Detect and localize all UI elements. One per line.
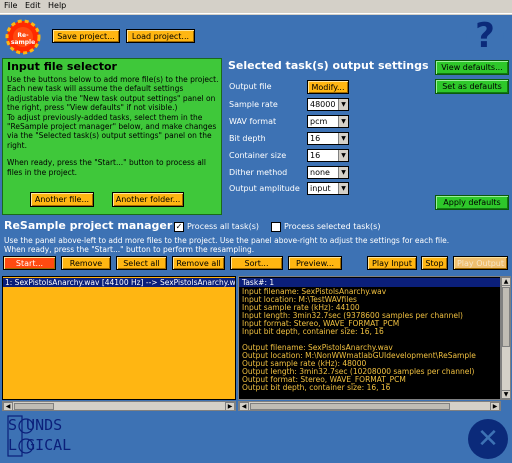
logo-text: Re-sample <box>10 32 36 46</box>
output-settings-panel: Selected task(s) output settings Output … <box>226 58 510 213</box>
scroll-right-icon[interactable]: ▶ <box>225 402 235 411</box>
project-manager-help: Use the panel above-left to add more fil… <box>4 236 510 254</box>
instruction-para-2: To adjust previously-added tasks, select… <box>7 112 217 150</box>
modify-button[interactable]: Modify... <box>307 80 349 94</box>
input-file-selector-panel: Input file selector Use the buttons belo… <box>2 58 222 215</box>
output-amplitude-label: Output amplitude <box>229 184 300 193</box>
chevron-down-icon: ▼ <box>338 133 348 144</box>
logo-line-1: S UNDS <box>8 416 63 434</box>
process-all-label: Process all task(s) <box>187 222 260 231</box>
task-list-hscrollbar[interactable]: ◀ ▶ <box>2 401 236 411</box>
chevron-down-icon: ▼ <box>338 150 348 161</box>
container-size-label: Container size <box>229 151 287 160</box>
scroll-thumb[interactable] <box>502 287 510 347</box>
another-file-button[interactable]: Another file... <box>30 192 94 207</box>
logo-line-2: L GICAL <box>8 436 72 454</box>
dither-method-label: Dither method <box>229 168 288 177</box>
info-line: Input bit depth, container size: 16, 16 <box>242 327 384 336</box>
resample-logo: Re-sample <box>3 19 43 55</box>
sample-rate-label: Sample rate <box>229 100 278 109</box>
instruction-para-3: When ready, press the "Start..." button … <box>7 158 206 177</box>
scroll-left-icon[interactable]: ◀ <box>3 402 13 411</box>
bit-depth-label: Bit depth <box>229 134 266 143</box>
bit-depth-value: 16 <box>310 134 321 143</box>
input-panel-instructions: Use the buttons below to add more file(s… <box>7 75 219 177</box>
settings-panel-title: Selected task(s) output settings <box>228 59 429 72</box>
set-as-defaults-button[interactable]: Set as defaults <box>435 79 509 94</box>
scroll-up-icon[interactable]: ▲ <box>501 277 511 286</box>
task-info-panel: Task#: 1 Input filename: SexPistolsAnarc… <box>238 276 501 400</box>
scroll-down-icon[interactable]: ▼ <box>501 390 511 399</box>
sample-rate-value: 48000 <box>310 100 336 109</box>
menu-help[interactable]: Help <box>48 1 66 10</box>
process-all-checkbox[interactable]: ✓ <box>174 222 184 232</box>
scroll-thumb[interactable] <box>14 403 54 410</box>
close-icon[interactable]: ✕ <box>468 419 508 459</box>
task-info-hscrollbar[interactable]: ◀ ▶ <box>238 401 501 411</box>
sort-button[interactable]: Sort... <box>230 256 283 270</box>
dither-method-value: none <box>310 168 330 177</box>
wav-format-label: WAV format <box>229 117 277 126</box>
scroll-right-icon[interactable]: ▶ <box>490 402 500 411</box>
scroll-left-icon[interactable]: ◀ <box>239 402 249 411</box>
instruction-para-1: Use the buttons below to add more file(s… <box>7 75 219 113</box>
chevron-down-icon: ▼ <box>338 167 348 178</box>
preview-button[interactable]: Preview... <box>288 256 342 270</box>
project-manager-title: ReSample project manager <box>4 219 173 232</box>
output-amplitude-value: input <box>310 184 331 193</box>
output-amplitude-select[interactable]: input ▼ <box>307 182 349 195</box>
help-line-2: When ready, press the "Start..." button … <box>4 245 255 254</box>
info-line: Output bit depth, container size: 16, 16 <box>242 383 391 392</box>
help-glyph: ? <box>475 16 495 56</box>
view-defaults-button[interactable]: View defaults... <box>435 60 509 75</box>
process-selected-checkbox[interactable] <box>271 222 281 232</box>
dither-method-select[interactable]: none ▼ <box>307 166 349 179</box>
scroll-thumb[interactable] <box>250 403 450 410</box>
chevron-down-icon: ▼ <box>338 116 348 127</box>
task-list-item[interactable]: 1: SexPistolsAnarchy.wav [44100 Hz] --> … <box>3 278 235 287</box>
stop-button[interactable]: Stop <box>421 256 448 270</box>
help-line-1: Use the panel above-left to add more fil… <box>4 236 450 245</box>
wav-format-select[interactable]: pcm ▼ <box>307 115 349 128</box>
wav-format-value: pcm <box>310 117 328 126</box>
another-folder-button[interactable]: Another folder... <box>112 192 184 207</box>
play-input-button[interactable]: Play Input <box>367 256 417 270</box>
sounds-logical-logo: S UNDS L GICAL <box>4 412 114 460</box>
task-info-vscrollbar[interactable]: ▲ ▼ <box>501 276 511 400</box>
play-output-button[interactable]: Play Output <box>453 256 508 270</box>
input-panel-title: Input file selector <box>7 60 117 73</box>
close-glyph: ✕ <box>477 424 499 454</box>
container-size-select[interactable]: 16 ▼ <box>307 149 349 162</box>
select-all-button[interactable]: Select all <box>116 256 167 270</box>
container-size-value: 16 <box>310 151 321 160</box>
chevron-down-icon: ▼ <box>338 99 348 110</box>
help-icon[interactable]: ? <box>466 17 504 55</box>
task-info-header: Task#: 1 <box>239 278 500 287</box>
start-button[interactable]: Start... <box>3 256 56 270</box>
load-project-button[interactable]: Load project... <box>126 29 195 43</box>
apply-defaults-button[interactable]: Apply defaults <box>435 195 509 210</box>
process-selected-label: Process selected task(s) <box>284 222 381 231</box>
bit-depth-select[interactable]: 16 ▼ <box>307 132 349 145</box>
output-file-label: Output file <box>229 82 272 91</box>
menu-edit[interactable]: Edit <box>25 1 41 10</box>
task-list[interactable]: 1: SexPistolsAnarchy.wav [44100 Hz] --> … <box>2 276 236 400</box>
remove-all-button[interactable]: Remove all <box>172 256 225 270</box>
save-project-button[interactable]: Save project... <box>52 29 120 43</box>
remove-button[interactable]: Remove <box>61 256 111 270</box>
sample-rate-select[interactable]: 48000 ▼ <box>307 98 349 111</box>
chevron-down-icon: ▼ <box>338 183 348 194</box>
menu-bar: File Edit Help <box>0 0 512 14</box>
menu-file[interactable]: File <box>4 1 17 10</box>
